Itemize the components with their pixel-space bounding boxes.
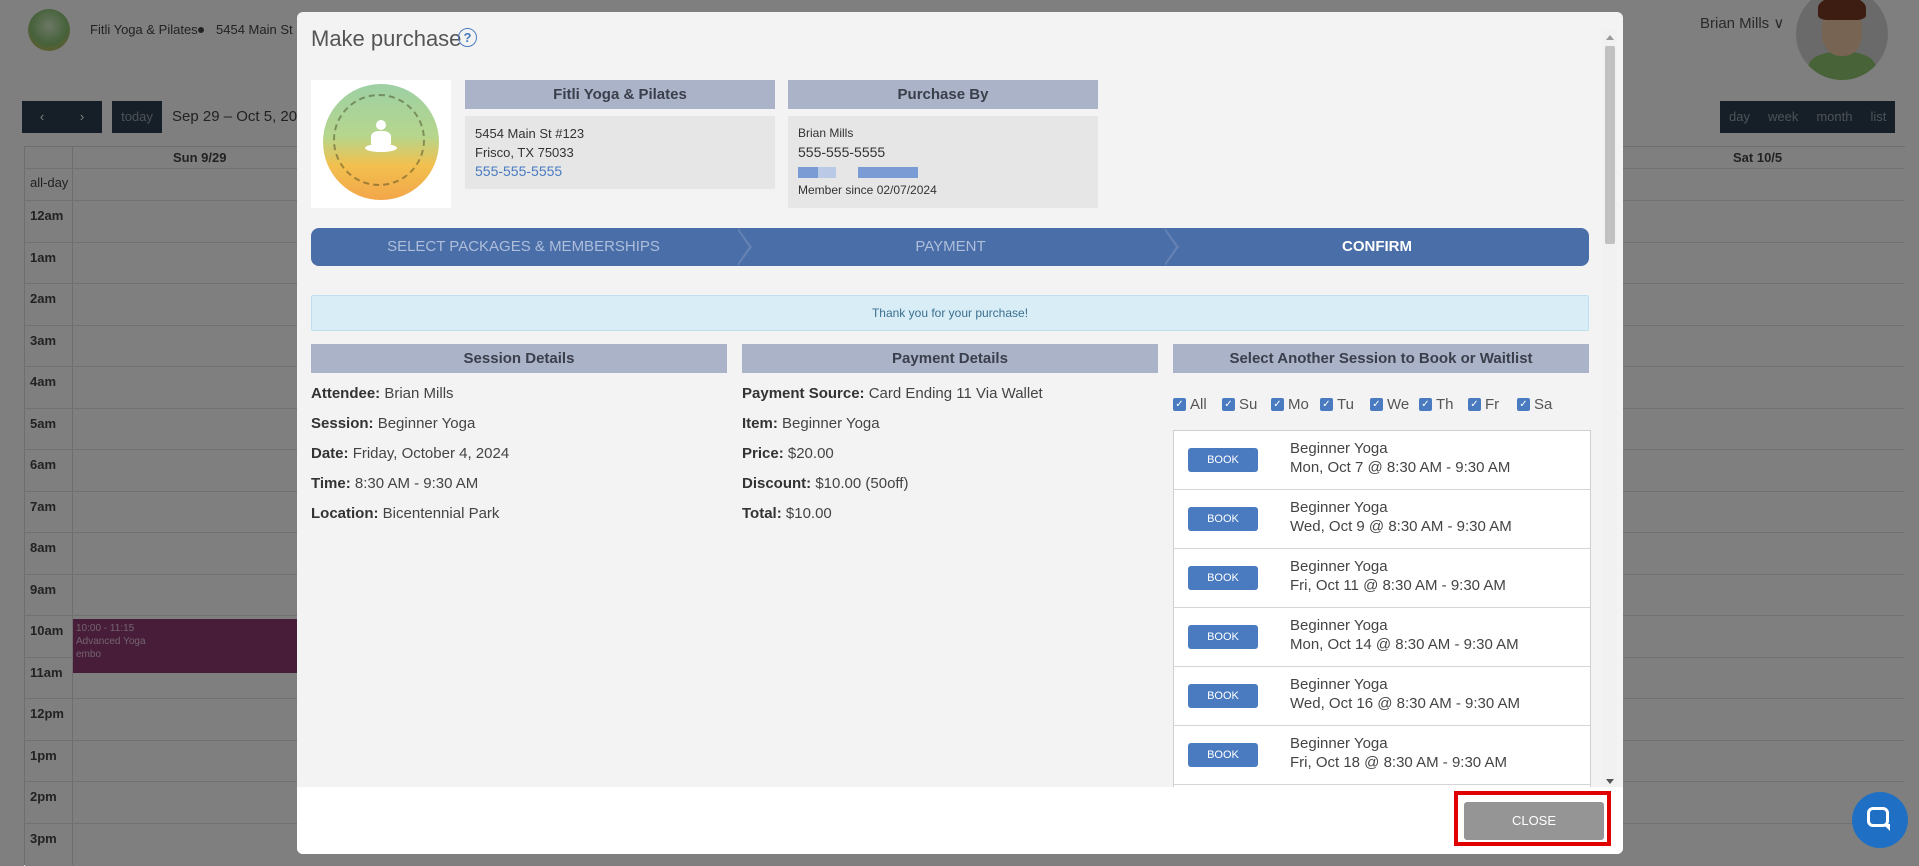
studio-card-body: 5454 Main St #123 Frisco, TX 75033 555-5… [465,116,775,189]
make-purchase-modal: Make purchase ? Fitli Yoga & Pilates 545… [297,12,1623,854]
book-button[interactable]: BOOK [1188,625,1258,649]
detail-location: Location: Bicentennial Park [311,505,500,522]
help-icon[interactable]: ? [458,28,477,47]
studio-phone-link[interactable]: 555-555-5555 [475,162,765,181]
chat-widget-button[interactable] [1852,792,1908,848]
session-name: Beginner Yoga [1290,499,1388,516]
payment-details-panel: Payment Details Payment Source: Card End… [742,344,1158,529]
scroll-down-arrow-icon[interactable] [1606,779,1614,784]
another-session-header: Select Another Session to Book or Waitli… [1173,344,1589,373]
scroll-thumb[interactable] [1605,46,1615,244]
another-session-panel: Select Another Session to Book or Waitli… [1173,344,1589,373]
purchase-steps: SELECT PACKAGES & MEMBERSHIPS PAYMENT CO… [311,228,1589,266]
session-item: BOOK Beginner Yoga Mon, Oct 14 @ 8:30 AM… [1174,608,1590,667]
studio-logo [323,84,439,200]
detail-discount: Discount: $10.00 (50off) [742,475,909,492]
close-button-highlight [1454,791,1611,846]
filter-fr[interactable]: ✓ Fr [1468,396,1499,413]
studio-address-line2: Frisco, TX 75033 [475,145,574,160]
purchaser-card-body: Brian Mills 555-555-5555 Member since 02… [788,116,1098,208]
session-time: Fri, Oct 18 @ 8:30 AM - 9:30 AM [1290,754,1507,771]
modal-scrollbar[interactable] [1603,30,1617,787]
session-time: Wed, Oct 9 @ 8:30 AM - 9:30 AM [1290,518,1512,535]
purchaser-info-card: Purchase By Brian Mills 555-555-5555 Mem… [788,80,1098,208]
purchaser-name: Brian Mills [798,126,854,140]
session-name: Beginner Yoga [1290,440,1388,457]
session-list: BOOK Beginner Yoga Mon, Oct 7 @ 8:30 AM … [1173,430,1591,788]
studio-card-header: Fitli Yoga & Pilates [465,80,775,109]
purchaser-email-redacted [798,162,1088,181]
book-button[interactable]: BOOK [1188,743,1258,767]
detail-total: Total: $10.00 [742,505,832,522]
filter-th[interactable]: ✓ Th [1419,396,1454,413]
session-time: Fri, Oct 11 @ 8:30 AM - 9:30 AM [1290,577,1506,594]
session-item: BOOK Beginner Yoga Fri, Oct 18 @ 8:30 AM… [1174,726,1590,785]
session-details-panel: Session Details Attendee: Brian Mills Se… [311,344,727,529]
checkbox-checked-icon: ✓ [1517,398,1530,411]
session-name: Beginner Yoga [1290,676,1388,693]
checkbox-checked-icon: ✓ [1222,398,1235,411]
detail-session: Session: Beginner Yoga [311,415,476,432]
step-select-packages[interactable]: SELECT PACKAGES & MEMBERSHIPS [311,228,736,266]
session-item: BOOK Beginner Yoga Mon, Oct 7 @ 8:30 AM … [1174,431,1590,490]
purchase-success-alert: Thank you for your purchase! [311,295,1589,331]
book-button[interactable]: BOOK [1188,684,1258,708]
detail-payment-source: Payment Source: Card Ending 11 Via Walle… [742,385,1043,402]
session-item: BOOK Beginner Yoga Fri, Oct 11 @ 8:30 AM… [1174,549,1590,608]
payment-details-header: Payment Details [742,344,1158,373]
member-since: Member since 02/07/2024 [798,183,937,197]
step-payment[interactable]: PAYMENT [738,228,1163,266]
filter-tu[interactable]: ✓ Tu [1320,396,1354,413]
detail-date: Date: Friday, October 4, 2024 [311,445,510,462]
session-item: BOOK Beginner Yoga Wed, Oct 16 @ 8:30 AM… [1174,667,1590,726]
session-time: Mon, Oct 14 @ 8:30 AM - 9:30 AM [1290,636,1519,653]
modal-footer [297,787,1623,854]
filter-su[interactable]: ✓ Su [1222,396,1257,413]
modal-title: Make purchase [311,26,462,51]
session-name: Beginner Yoga [1290,735,1388,752]
session-item: BOOK Beginner Yoga Wed, Oct 9 @ 8:30 AM … [1174,490,1590,549]
step-confirm[interactable]: CONFIRM [1165,228,1589,266]
yoga-figure-icon [365,120,397,154]
session-name: Beginner Yoga [1290,558,1388,575]
session-time: Mon, Oct 7 @ 8:30 AM - 9:30 AM [1290,459,1511,476]
studio-info-card: Fitli Yoga & Pilates 5454 Main St #123 F… [465,80,775,189]
book-button[interactable]: BOOK [1188,507,1258,531]
purchaser-phone: 555-555-5555 [798,144,886,160]
checkbox-checked-icon: ✓ [1320,398,1333,411]
filter-all[interactable]: ✓ All [1173,396,1207,413]
filter-we[interactable]: ✓ We [1370,396,1409,413]
detail-time: Time: 8:30 AM - 9:30 AM [311,475,479,492]
session-details-header: Session Details [311,344,727,373]
day-filter-row: ✓ All ✓ Su ✓ Mo ✓ Tu ✓ We ✓ Th ✓ Fr ✓ Sa [1173,396,1589,416]
checkbox-checked-icon: ✓ [1370,398,1383,411]
checkbox-checked-icon: ✓ [1271,398,1284,411]
detail-attendee: Attendee: Brian Mills [311,385,454,402]
detail-price: Price: $20.00 [742,445,834,462]
checkbox-checked-icon: ✓ [1468,398,1481,411]
book-button[interactable]: BOOK [1188,448,1258,472]
filter-mo[interactable]: ✓ Mo [1271,396,1309,413]
session-time: Wed, Oct 16 @ 8:30 AM - 9:30 AM [1290,695,1521,712]
scroll-up-arrow-icon[interactable] [1606,35,1614,40]
checkbox-checked-icon: ✓ [1173,398,1186,411]
filter-sa[interactable]: ✓ Sa [1517,396,1552,413]
detail-item: Item: Beginner Yoga [742,415,880,432]
book-button[interactable]: BOOK [1188,566,1258,590]
studio-address-line1: 5454 Main St #123 [475,126,585,141]
checkbox-checked-icon: ✓ [1419,398,1432,411]
studio-logo-box [311,80,451,208]
session-name: Beginner Yoga [1290,617,1388,634]
purchaser-card-header: Purchase By [788,80,1098,109]
